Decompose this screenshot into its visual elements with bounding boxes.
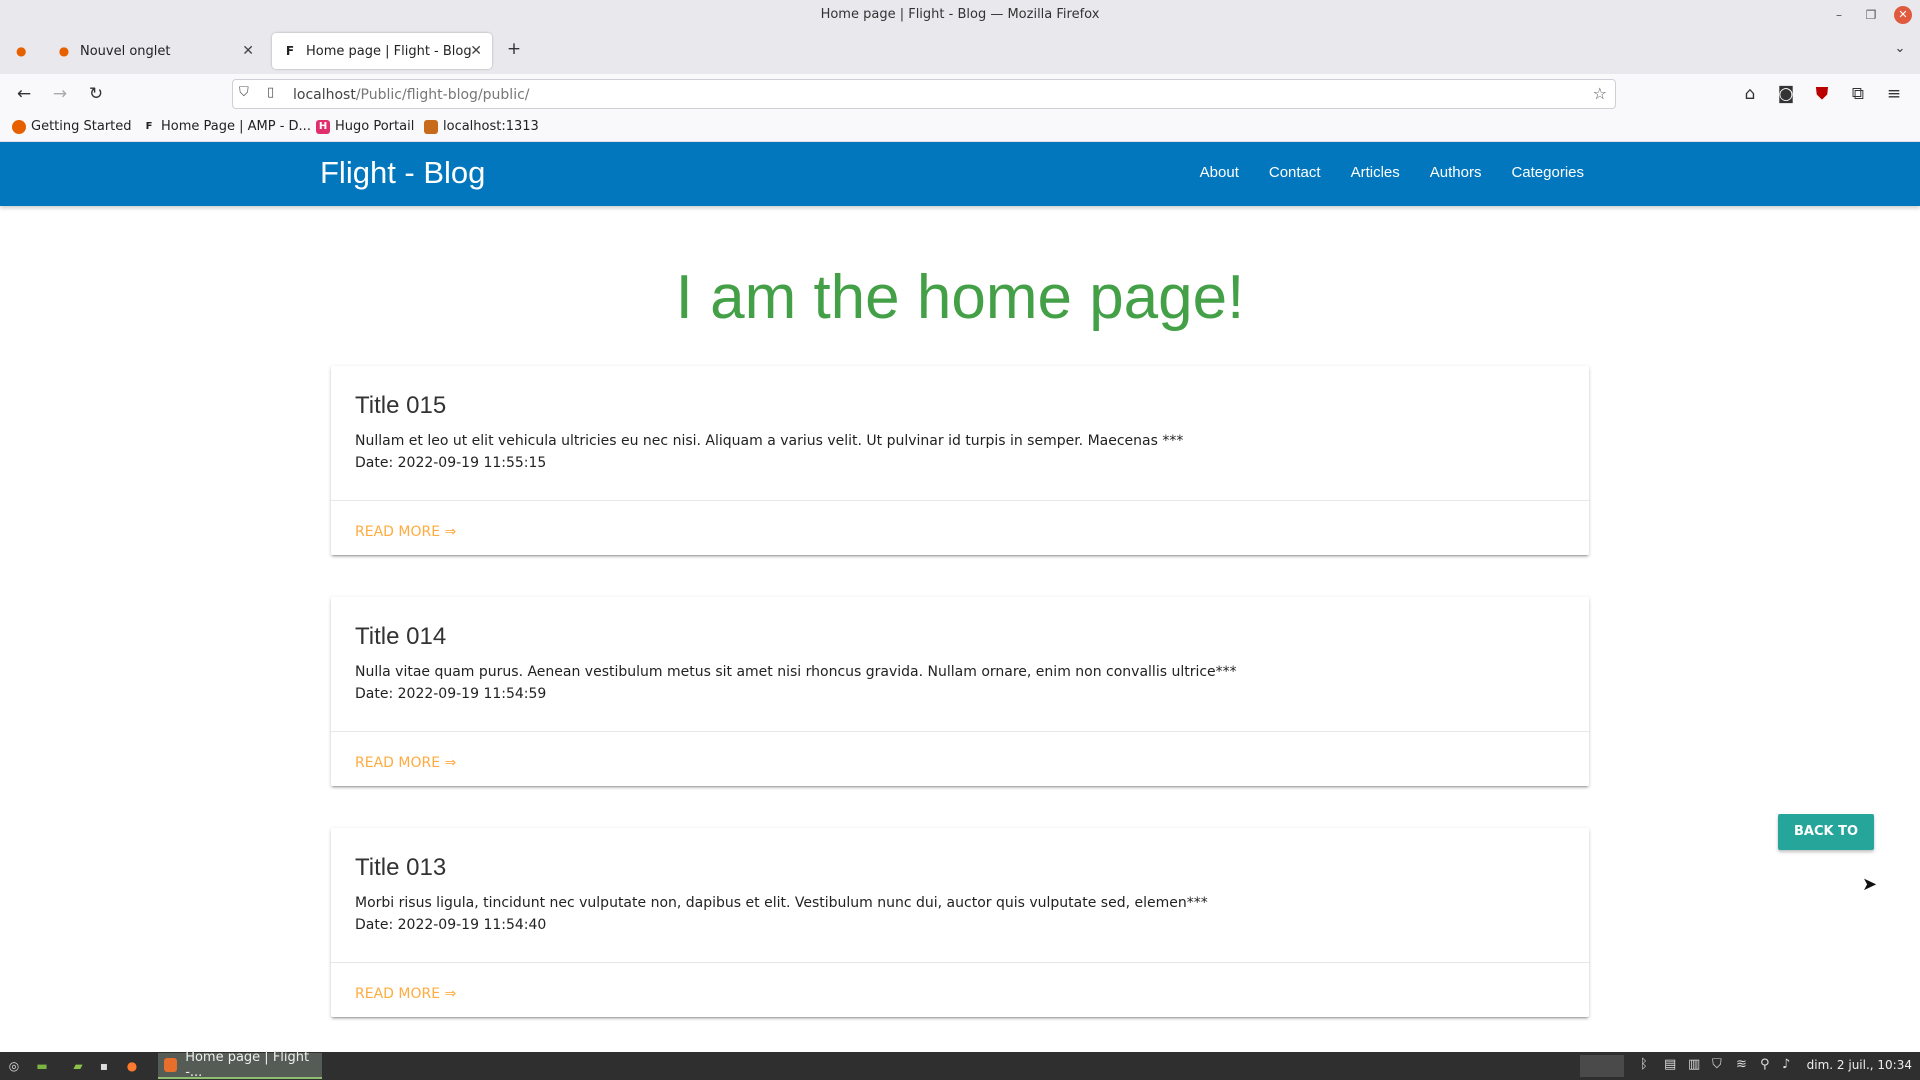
article-date: Date: 2022-09-19 11:54:40 — [355, 917, 547, 933]
bookmark-label: Getting Started — [31, 119, 132, 134]
tab-label: Nouvel onglet — [80, 43, 171, 59]
terminal-icon[interactable]: ▪ — [94, 1057, 114, 1075]
system-clock[interactable]: dim. 2 juil., 10:34 — [1807, 1058, 1912, 1072]
article-date: Date: 2022-09-19 11:55:15 — [355, 455, 547, 471]
clipboard-icon[interactable]: ▤ — [1664, 1057, 1676, 1072]
article-card: Title 014 Nulla vitae quam purus. Aenean… — [331, 597, 1589, 786]
bluetooth-icon[interactable]: ᛒ — [1640, 1057, 1648, 1072]
ublock-icon[interactable]: ⛊ — [1810, 82, 1834, 106]
start-menu-icon[interactable]: ◎ — [4, 1057, 24, 1075]
site-nav: About Contact Articles Authors Categorie… — [1200, 164, 1584, 181]
bookmark-label: Home Page | AMP - D... — [161, 119, 311, 134]
tab-bar: ● ● Nouvel onglet ✕ F Home page | Flight… — [0, 30, 1920, 74]
nav-toolbar: ← → ↻ ⛉ ▯ localhost/Public/flight-blog/p… — [0, 74, 1920, 114]
url-path: /Public/flight-blog/public/ — [355, 87, 530, 103]
localhost-icon — [424, 119, 438, 134]
card-divider — [331, 500, 1589, 501]
notes-icon[interactable]: ▥ — [1688, 1057, 1700, 1072]
home-icon[interactable]: ⌂ — [1738, 82, 1762, 106]
bookmark-star-icon[interactable]: ☆ — [1593, 84, 1607, 103]
card-divider — [331, 962, 1589, 963]
tab-close-icon[interactable]: ✕ — [470, 43, 482, 59]
tray-active-app-icon[interactable] — [1580, 1055, 1624, 1077]
window-title: Home page | Flight - Blog — Mozilla Fire… — [820, 7, 1100, 22]
location-icon[interactable]: ⚲ — [1760, 1057, 1770, 1072]
nav-contact[interactable]: Contact — [1269, 164, 1321, 181]
bookmark-label: localhost:1313 — [443, 119, 539, 134]
firefox-icon: ● — [58, 44, 70, 58]
mouse-cursor-icon: ➤ — [1862, 874, 1878, 895]
url-text[interactable]: localhost/Public/flight-blog/public/ — [293, 87, 530, 103]
taskbar-window-firefox[interactable]: Home page | Flight -... — [158, 1050, 322, 1080]
site-header: Flight - Blog About Contact Articles Aut… — [0, 142, 1920, 206]
firefox-launcher-icon[interactable]: ● — [122, 1057, 142, 1075]
security-shield-icon[interactable]: ⛉ — [1712, 1057, 1722, 1072]
window-titlebar: Home page | Flight - Blog — Mozilla Fire… — [0, 0, 1920, 30]
minimize-icon[interactable]: – — [1830, 6, 1848, 24]
extensions-icon[interactable]: ⧉ — [1846, 82, 1870, 106]
forward-icon[interactable]: → — [48, 82, 72, 106]
close-window-icon[interactable]: ✕ — [1894, 6, 1912, 24]
bookmark-hugo[interactable]: H Hugo Portail — [316, 119, 414, 134]
desktop-icon[interactable]: ▬ — [32, 1057, 52, 1075]
article-title: Title 013 — [355, 854, 447, 881]
nav-categories[interactable]: Categories — [1511, 164, 1584, 181]
article-excerpt: Nullam et leo ut elit vehicula ultricies… — [355, 433, 1184, 449]
firefox-menu-icon[interactable]: ● — [6, 33, 34, 69]
article-excerpt: Morbi risus ligula, tincidunt nec vulput… — [355, 895, 1208, 911]
nav-about[interactable]: About — [1200, 164, 1239, 181]
pocket-icon[interactable]: ◙ — [1774, 82, 1798, 106]
firefox-icon — [164, 1058, 178, 1072]
tab-label: Home page | Flight - Blog — [306, 43, 472, 59]
tab-nouvel-onglet[interactable]: ● Nouvel onglet ✕ — [46, 33, 264, 69]
files-icon[interactable]: ▰ — [68, 1057, 88, 1075]
firefox-icon — [12, 119, 26, 134]
bookmark-localhost[interactable]: localhost:1313 — [424, 119, 539, 134]
page-viewport: Flight - Blog About Contact Articles Aut… — [0, 142, 1920, 1052]
article-title: Title 014 — [355, 623, 447, 650]
flight-favicon-icon: F — [285, 44, 295, 58]
read-more-link[interactable]: READ MORE ⇒ — [355, 524, 456, 540]
nav-articles[interactable]: Articles — [1351, 164, 1400, 181]
taskbar: ◎ ▬ ▰ ▪ ● Home page | Flight -... ᛒ ▤ ▥ … — [0, 1050, 1920, 1080]
list-all-tabs-icon[interactable]: ⌄ — [1888, 37, 1912, 61]
flight-favicon-icon: F — [145, 120, 153, 132]
shield-icon[interactable]: ⛉ — [239, 85, 249, 100]
article-card: Title 015 Nullam et leo ut elit vehicula… — [331, 366, 1589, 555]
bookmarks-bar: Getting Started F Home Page | AMP - D...… — [0, 114, 1920, 142]
page-info-icon[interactable]: ▯ — [267, 85, 274, 100]
menu-icon[interactable]: ≡ — [1882, 82, 1906, 106]
new-tab-icon[interactable]: + — [502, 37, 526, 61]
firefox-icon: ● — [16, 44, 27, 58]
url-bar[interactable]: ⛉ ▯ localhost/Public/flight-blog/public/… — [232, 79, 1616, 109]
maximize-icon[interactable]: ❐ — [1862, 6, 1880, 24]
nav-authors[interactable]: Authors — [1430, 164, 1482, 181]
article-card: Title 013 Morbi risus ligula, tincidunt … — [331, 828, 1589, 1017]
site-brand[interactable]: Flight - Blog — [320, 155, 485, 191]
volume-icon[interactable]: ♪ — [1782, 1057, 1790, 1072]
tab-home-page[interactable]: F Home page | Flight - Blog ✕ — [272, 33, 492, 69]
bookmark-amp[interactable]: F Home Page | AMP - D... — [142, 119, 311, 134]
tab-close-icon[interactable]: ✕ — [242, 43, 254, 59]
read-more-link[interactable]: READ MORE ⇒ — [355, 986, 456, 1002]
hugo-icon: H — [316, 119, 330, 134]
back-to-top-button[interactable]: BACK TO TOP — [1778, 814, 1874, 875]
back-icon[interactable]: ← — [12, 82, 36, 106]
reload-icon[interactable]: ↻ — [84, 82, 108, 106]
read-more-link[interactable]: READ MORE ⇒ — [355, 755, 456, 771]
card-divider — [331, 731, 1589, 732]
bookmark-getting-started[interactable]: Getting Started — [12, 119, 132, 134]
bookmark-label: Hugo Portail — [335, 119, 415, 134]
wifi-icon[interactable]: ≋ — [1736, 1057, 1747, 1072]
page-heading: I am the home page! — [675, 263, 1245, 332]
article-date: Date: 2022-09-19 11:54:59 — [355, 686, 547, 702]
article-excerpt: Nulla vitae quam purus. Aenean vestibulu… — [355, 664, 1237, 680]
taskbar-window-label: Home page | Flight -... — [185, 1050, 310, 1080]
url-host: localhost — [293, 87, 356, 103]
article-title: Title 015 — [355, 392, 447, 419]
